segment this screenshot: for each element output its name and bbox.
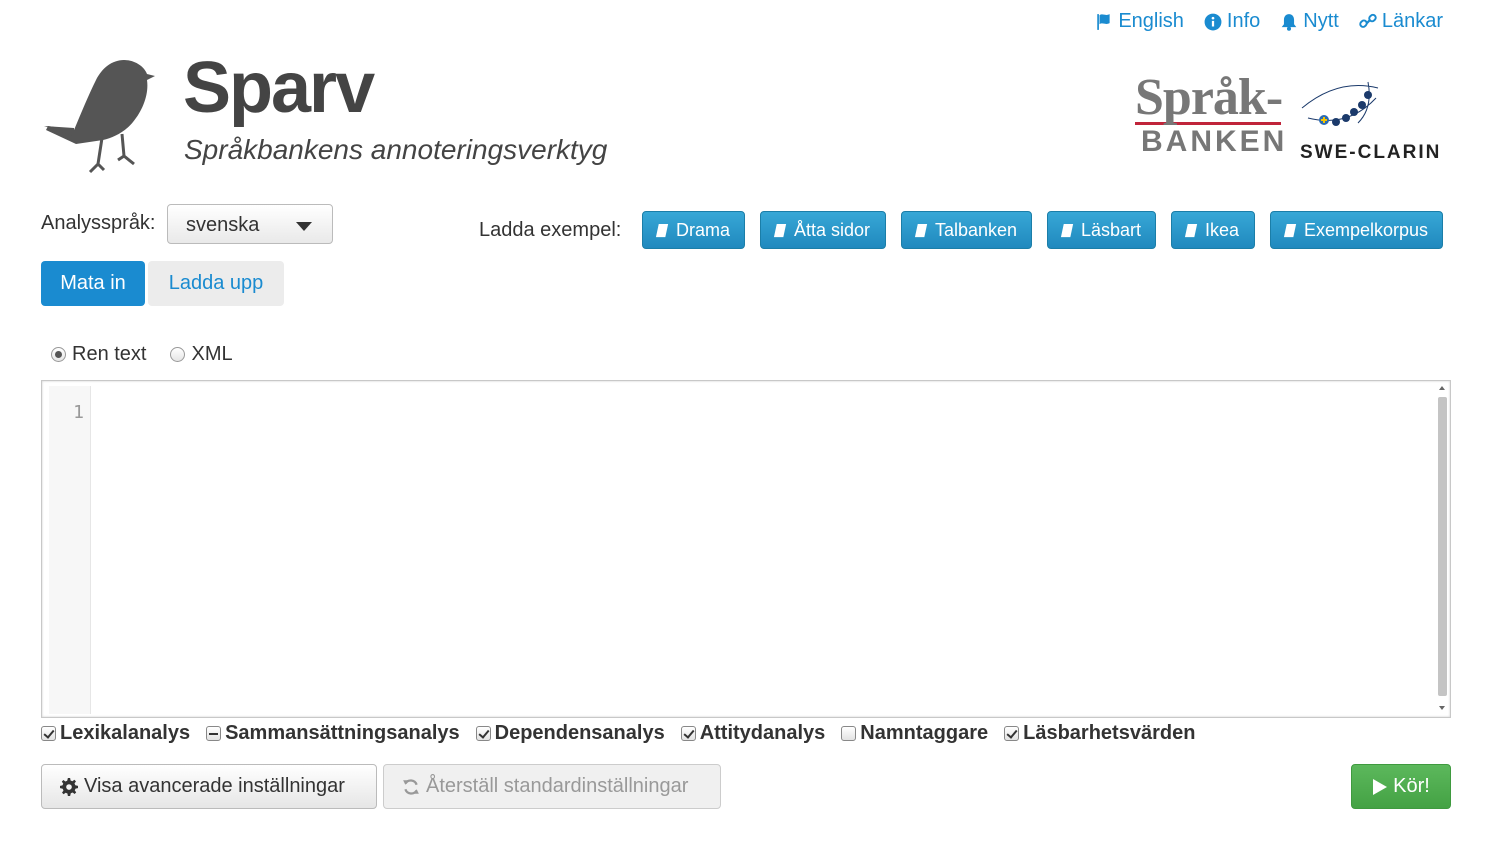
analysis-lexikalanalys[interactable]: Lexikalanalys — [41, 722, 190, 745]
reset-settings-button[interactable]: Återställ standardinställningar — [383, 764, 721, 809]
text-editor[interactable]: 1 — [41, 380, 1451, 718]
gear-icon — [60, 777, 78, 796]
links-link[interactable]: Länkar — [1359, 10, 1443, 33]
example-button-exempelkorpus[interactable]: Exempelkorpus — [1270, 211, 1443, 249]
analysis-attitydanalys[interactable]: Attitydanalys — [680, 722, 826, 745]
advanced-settings-label: Visa avancerade inställningar — [84, 775, 345, 797]
app-title: Sparv — [183, 48, 375, 128]
analysis-sammansattningsanalys[interactable]: Sammansättningsanalys — [206, 722, 460, 745]
info-label: Info — [1226, 10, 1261, 32]
checkbox-attitydanalys[interactable] — [680, 726, 696, 741]
example-label-exempelkorpus: Exempelkorpus — [1304, 219, 1429, 240]
label-sammansattningsanalys: Sammansättningsanalys — [225, 722, 460, 744]
info-icon — [1204, 13, 1222, 30]
analysis-dependensanalys[interactable]: Dependensanalys — [475, 722, 665, 745]
book-icon — [1060, 223, 1074, 237]
swe-clarin-graph-icon — [1301, 81, 1379, 126]
tab-input[interactable]: Mata in — [41, 261, 145, 306]
info-link[interactable]: Info — [1204, 10, 1260, 33]
line-number: 1 — [73, 402, 84, 423]
advanced-settings-button[interactable]: Visa avancerade inställningar — [41, 764, 377, 809]
news-label: Nytt — [1303, 10, 1339, 32]
top-nav: English Info Nytt Länkar — [1095, 10, 1443, 33]
checkbox-namntaggare[interactable] — [841, 726, 857, 741]
example-label-atta-sidor: Åtta sidor — [794, 219, 871, 240]
example-button-drama[interactable]: Drama — [642, 211, 745, 249]
checkbox-sammansattningsanalys[interactable] — [206, 726, 222, 741]
checkbox-dependensanalys[interactable] — [475, 726, 491, 741]
radio-plain-text[interactable]: Ren text — [51, 343, 146, 366]
editor-gutter: 1 — [49, 386, 91, 714]
book-icon — [655, 223, 669, 237]
book-icon — [914, 223, 928, 237]
tab-upload[interactable]: Ladda upp — [148, 261, 284, 306]
play-icon — [1373, 778, 1388, 795]
example-button-ikea[interactable]: Ikea — [1171, 211, 1255, 249]
radio-plain-text-label: Ren text — [72, 343, 147, 365]
example-label-ikea: Ikea — [1205, 219, 1240, 240]
label-lexikalanalys: Lexikalanalys — [60, 722, 191, 744]
flag-icon — [1097, 13, 1110, 30]
radio-xml-button[interactable] — [170, 347, 186, 362]
editor-scrollbar[interactable] — [1437, 384, 1448, 714]
link-icon — [1359, 13, 1377, 28]
language-selected-value: svenska — [186, 214, 260, 236]
sparrow-logo-icon — [44, 60, 155, 174]
example-button-lasbart[interactable]: Läsbart — [1047, 211, 1156, 249]
book-icon — [773, 223, 787, 237]
sprakbanken-logo-line2: BANKEN — [1141, 125, 1288, 158]
book-icon — [1283, 223, 1297, 237]
news-link[interactable]: Nytt — [1280, 10, 1339, 33]
sprakbanken-logo[interactable]: Språk- BANKEN — [1135, 72, 1285, 162]
label-dependensanalys: Dependensanalys — [494, 722, 665, 744]
scroll-down-icon[interactable] — [1439, 706, 1445, 710]
book-icon — [1184, 223, 1198, 237]
analysis-lasbarhetsvarden[interactable]: Läsbarhetsvärden — [1004, 722, 1195, 745]
radio-plain-text-button[interactable] — [51, 347, 66, 362]
refresh-icon — [403, 778, 419, 795]
english-link[interactable]: English — [1095, 10, 1184, 33]
checkbox-lexikalanalys[interactable] — [41, 726, 56, 741]
sprakbanken-logo-line1: Språk- — [1135, 69, 1283, 126]
scrollbar-thumb[interactable] — [1438, 397, 1447, 696]
analysis-options: Lexikalanalys Sammansättningsanalys Depe… — [41, 722, 1195, 745]
example-label-lasbart: Läsbart — [1081, 219, 1142, 240]
radio-xml[interactable]: XML — [170, 343, 233, 366]
label-attitydanalys: Attitydanalys — [699, 722, 826, 744]
editor-text-area[interactable] — [91, 386, 1434, 712]
example-label-talbanken: Talbanken — [935, 219, 1018, 240]
swe-clarin-logo[interactable]: SWE-CLARIN — [1298, 78, 1453, 166]
analysis-namntaggare[interactable]: Namntaggare — [841, 722, 988, 745]
swe-clarin-text: SWE-CLARIN — [1300, 142, 1442, 163]
example-button-atta-sidor[interactable]: Åtta sidor — [760, 211, 886, 249]
language-label: Analysspråk: — [41, 212, 156, 234]
label-lasbarhetsvarden: Läsbarhetsvärden — [1023, 722, 1196, 744]
caret-down-icon — [296, 222, 312, 231]
language-select[interactable]: svenska — [167, 204, 333, 244]
radio-xml-label: XML — [191, 343, 233, 365]
english-label: English — [1118, 10, 1184, 32]
example-button-talbanken[interactable]: Talbanken — [901, 211, 1032, 249]
reset-settings-label: Återställ standardinställningar — [426, 775, 689, 797]
format-radio-group: Ren text XML — [51, 343, 233, 366]
scroll-up-icon[interactable] — [1439, 386, 1445, 390]
links-label: Länkar — [1381, 10, 1443, 32]
run-button[interactable]: Kör! — [1351, 764, 1451, 809]
example-label-drama: Drama — [676, 219, 731, 240]
examples-label: Ladda exempel: — [479, 219, 622, 241]
bell-icon — [1281, 13, 1297, 31]
app-subtitle: Språkbankens annoteringsverktyg — [184, 134, 608, 165]
checkbox-lasbarhetsvarden[interactable] — [1004, 726, 1020, 741]
run-label: Kör! — [1393, 775, 1430, 797]
label-namntaggare: Namntaggare — [860, 722, 989, 744]
